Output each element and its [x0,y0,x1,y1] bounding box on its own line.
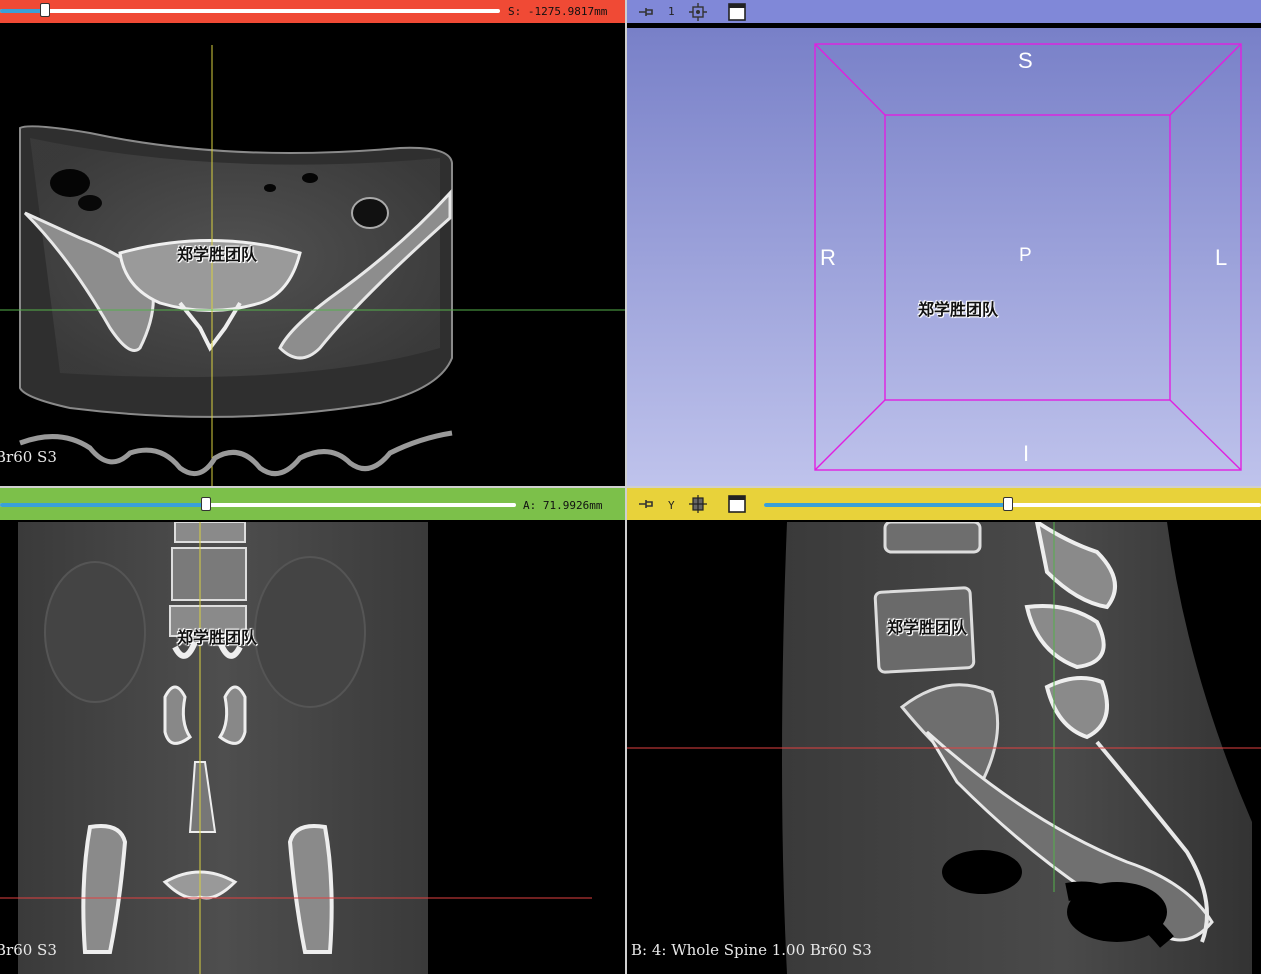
slider-fill [764,503,1008,507]
slice-axis-label: Y [668,499,675,512]
slider-handle[interactable] [40,3,50,17]
green-slice-offset-slider[interactable] [0,497,516,511]
red-slice-view[interactable]: S: -1275.9817mm 郑学胜团队 Br60 S3 [0,0,625,486]
red-slice-offset-slider[interactable] [0,3,500,17]
green-slice-image[interactable]: 郑学胜团队 Br60 S3 [0,522,625,974]
slider-handle[interactable] [201,497,212,511]
yellow-slice-offset-slider[interactable] [764,497,1261,511]
green-slice-controller-bar: A: 71.9926mm [0,488,625,520]
red-slice-controller-bar: S: -1275.9817mm [0,0,625,23]
threed-view[interactable]: 1 S I R L P 郑学胜团队 [627,0,1261,486]
orientation-superior-label: S [1018,48,1033,73]
threed-controller-bar: 1 [627,0,1261,23]
axial-ct-image [0,45,625,486]
orientation-posterior-label: P [1019,245,1032,266]
orientation-left-label: L [1215,245,1228,270]
red-slice-image[interactable]: 郑学胜团队 Br60 S3 [0,28,625,486]
coronal-ct-image [0,522,592,974]
slider-handle[interactable] [1002,497,1013,511]
green-slice-view[interactable]: A: 71.9926mm 郑学胜团队 Br60 S3 [0,488,625,974]
pin-icon[interactable] [637,495,655,513]
slice-visibility-icon[interactable] [689,495,707,513]
orientation-right-label: R [820,245,836,270]
view-divider-horizontal[interactable] [0,486,1261,488]
watermark-text: 郑学胜团队 [177,245,258,264]
green-corner-annotation: Br60 S3 [0,941,57,959]
view-number-label: 1 [668,5,675,18]
yellow-slice-controller-bar: Y [627,488,1261,520]
watermark-text: 郑学胜团队 [887,618,968,637]
watermark-text: 郑学胜团队 [918,300,999,319]
red-offset-readout: S: -1275.9817mm [508,5,608,18]
maximize-view-icon[interactable] [728,3,746,21]
center-view-icon[interactable] [689,3,707,21]
threed-render-area[interactable]: S I R L P 郑学胜团队 [627,28,1261,486]
slider-fill [0,9,45,13]
yellow-slice-image[interactable]: 郑学胜团队 B: 4: Whole Spine 1.00 Br60 S3 [627,522,1261,974]
yellow-slice-view[interactable]: Y 郑学胜团队 B: 4: Whole Spine 1.00 Br60 S3 [627,488,1261,974]
yellow-corner-annotation: B: 4: Whole Spine 1.00 Br60 S3 [631,941,872,959]
bounding-box-cube [814,43,1242,471]
pin-icon[interactable] [637,3,655,21]
maximize-view-icon[interactable] [728,495,746,513]
slider-fill [0,503,207,507]
red-corner-annotation: Br60 S3 [0,448,57,466]
orientation-inferior-label: I [1023,441,1030,466]
sagittal-ct-image [627,522,1261,974]
watermark-text: 郑学胜团队 [177,628,258,647]
green-offset-readout: A: 71.9926mm [523,499,603,512]
